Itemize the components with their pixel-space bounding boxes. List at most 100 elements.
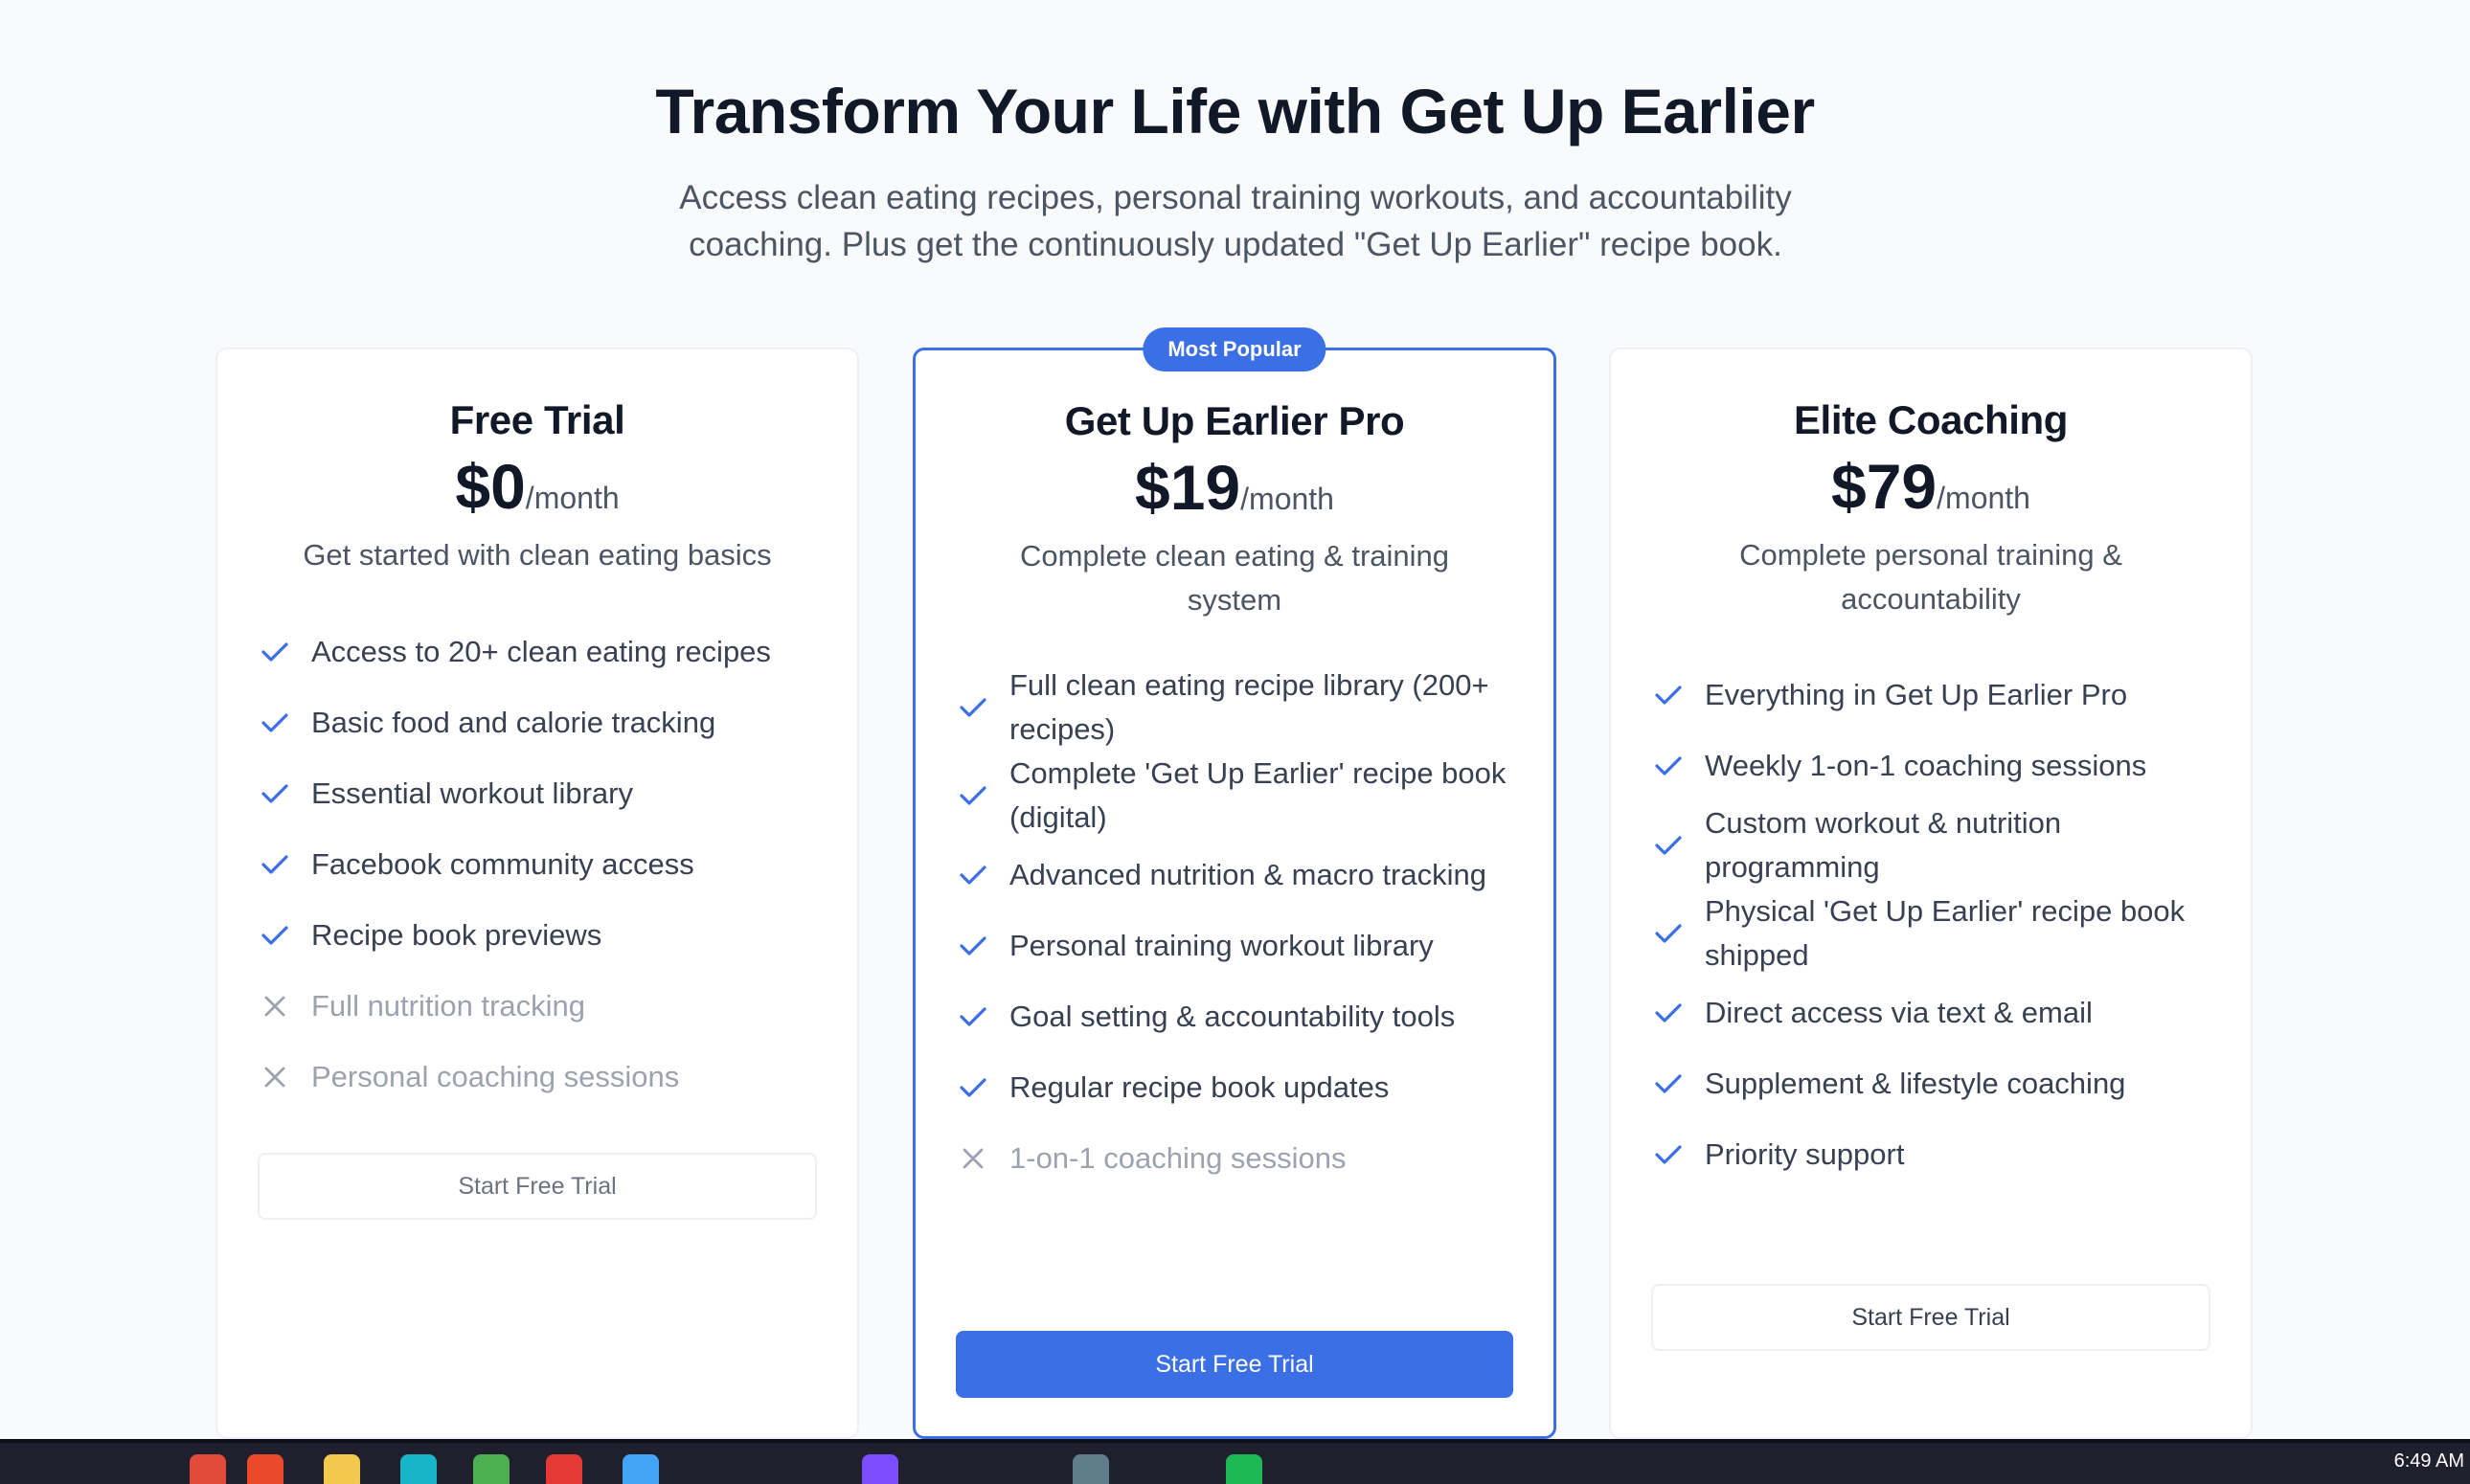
app-icon[interactable] [400,1454,437,1484]
feature-text: Complete 'Get Up Earlier' recipe book (d… [1009,756,1507,834]
price-row: $0/month [217,450,857,523]
app-icon[interactable] [862,1454,898,1484]
feature-list: Full clean eating recipe library (200+ r… [954,663,1515,1194]
feature-item: Personal coaching sessions [256,1042,819,1113]
plan-name: Free Trial [449,397,625,442]
calendar-icon[interactable] [623,1454,659,1484]
price-row: $79/month [1611,450,2251,523]
plan-description: Complete personal training & accountabil… [1739,538,2122,616]
check-icon [256,641,294,663]
plan-period: /month [1240,482,1334,516]
app-icon[interactable] [190,1454,226,1484]
feature-item: Regular recipe book updates [954,1052,1515,1123]
start-free-trial-button[interactable]: Start Free Trial [258,1153,817,1220]
plan-card-elite-coaching: Elite Coaching $79/month Complete person… [1609,348,2253,1439]
feature-item: Advanced nutrition & macro tracking [954,840,1515,911]
check-icon [1649,1072,1688,1095]
plan-name: Elite Coaching [1793,397,2069,442]
feature-text: 1-on-1 coaching sessions [1009,1141,1347,1175]
check-icon [954,934,992,957]
check-icon [954,1005,992,1028]
check-icon [1649,684,1688,707]
feature-text: Custom workout & nutrition programming [1705,806,2062,884]
feature-list: Access to 20+ clean eating recipes Basic … [256,617,819,1113]
plan-period: /month [1937,481,2030,515]
feature-item: Recipe book previews [256,900,819,971]
start-free-trial-button[interactable]: Start Free Trial [1651,1284,2210,1351]
feature-item: Physical 'Get Up Earlier' recipe book sh… [1649,889,2212,978]
feature-item: Facebook community access [256,829,819,900]
plan-price: $19 [1135,452,1241,523]
check-icon [954,784,992,807]
check-icon [954,864,992,887]
plan-name: Get Up Earlier Pro [1064,398,1405,443]
check-icon [1649,834,1688,857]
pricing-page: Transform Your Life with Get Up Earlier … [0,0,2470,1484]
plan-price: $79 [1831,451,1937,522]
feature-list: Everything in Get Up Earlier Pro Weekly 1… [1649,660,2212,1190]
feature-item: Custom workout & nutrition programming [1649,801,2212,889]
check-icon [256,782,294,805]
start-free-trial-button[interactable]: Start Free Trial [956,1331,1513,1398]
check-icon [256,711,294,734]
feature-text: Facebook community access [311,847,694,881]
feature-item: Full clean eating recipe library (200+ r… [954,663,1515,752]
feature-text: Recipe book previews [311,918,602,952]
feature-text: Personal coaching sessions [311,1060,680,1093]
feature-item: Access to 20+ clean eating recipes [256,617,819,687]
check-icon [1649,1001,1688,1024]
os-taskbar: 6:49 AM [0,1439,2470,1484]
feature-text: Regular recipe book updates [1009,1070,1390,1104]
feature-item: Everything in Get Up Earlier Pro [1649,660,2212,731]
taskbar-clock: 6:49 AM [2393,1450,2464,1472]
close-icon [256,995,294,1018]
check-icon [1649,1143,1688,1166]
feature-text: Priority support [1705,1137,1905,1171]
feature-item: Supplement & lifestyle coaching [1649,1048,2212,1119]
feature-item: 1-on-1 coaching sessions [954,1123,1515,1194]
feature-text: Full nutrition tracking [311,989,586,1023]
most-popular-badge: Most Popular [1143,327,1326,371]
check-icon [954,696,992,719]
plan-price: $0 [455,451,526,522]
feature-text: Everything in Get Up Earlier Pro [1705,678,2128,711]
feature-item: Basic food and calorie tracking [256,687,819,758]
check-icon [256,853,294,876]
check-icon [256,924,294,947]
feature-text: Direct access via text & email [1705,996,2093,1029]
feature-item: Priority support [1649,1119,2212,1190]
plan-description: Complete clean eating & training system [1019,539,1450,617]
close-icon [256,1066,294,1089]
check-icon [954,1076,992,1099]
feature-text: Advanced nutrition & macro tracking [1009,858,1486,891]
close-icon [954,1147,992,1170]
feature-item: Full nutrition tracking [256,971,819,1042]
feature-item: Personal training workout library [954,911,1515,981]
feature-item: Goal setting & accountability tools [954,981,1515,1052]
page-title: Transform Your Life with Get Up Earlier [655,76,1815,146]
feature-text: Weekly 1-on-1 coaching sessions [1705,749,2147,782]
app-icon[interactable] [473,1454,510,1484]
price-row: $19/month [916,451,1553,524]
app-icon[interactable] [546,1454,582,1484]
plan-card-pro: Most Popular Get Up Earlier Pro $19/mont… [913,327,1556,1439]
feature-item: Direct access via text & email [1649,978,2212,1048]
feature-item: Weekly 1-on-1 coaching sessions [1649,731,2212,801]
folder-icon[interactable] [324,1454,360,1484]
spotify-icon[interactable] [1226,1454,1262,1484]
feature-text: Personal training workout library [1009,929,1434,962]
feature-text: Physical 'Get Up Earlier' recipe book sh… [1705,894,2186,972]
browser-icon[interactable] [247,1454,283,1484]
feature-text: Basic food and calorie tracking [311,706,716,739]
page-subtitle: Access clean eating recipes, personal tr… [679,179,1792,263]
plan-card-free-trial: Free Trial $0/month Get started with cle… [215,348,859,1439]
feature-text: Full clean eating recipe library (200+ r… [1009,668,1489,746]
plan-description: Get started with clean eating basics [303,538,772,572]
feature-item: Complete 'Get Up Earlier' recipe book (d… [954,752,1515,840]
app-icon[interactable] [1073,1454,1109,1484]
check-icon [1649,754,1688,777]
feature-text: Supplement & lifestyle coaching [1705,1067,2126,1100]
feature-text: Goal setting & accountability tools [1009,1000,1456,1033]
check-icon [1649,922,1688,945]
plan-period: /month [525,481,620,515]
